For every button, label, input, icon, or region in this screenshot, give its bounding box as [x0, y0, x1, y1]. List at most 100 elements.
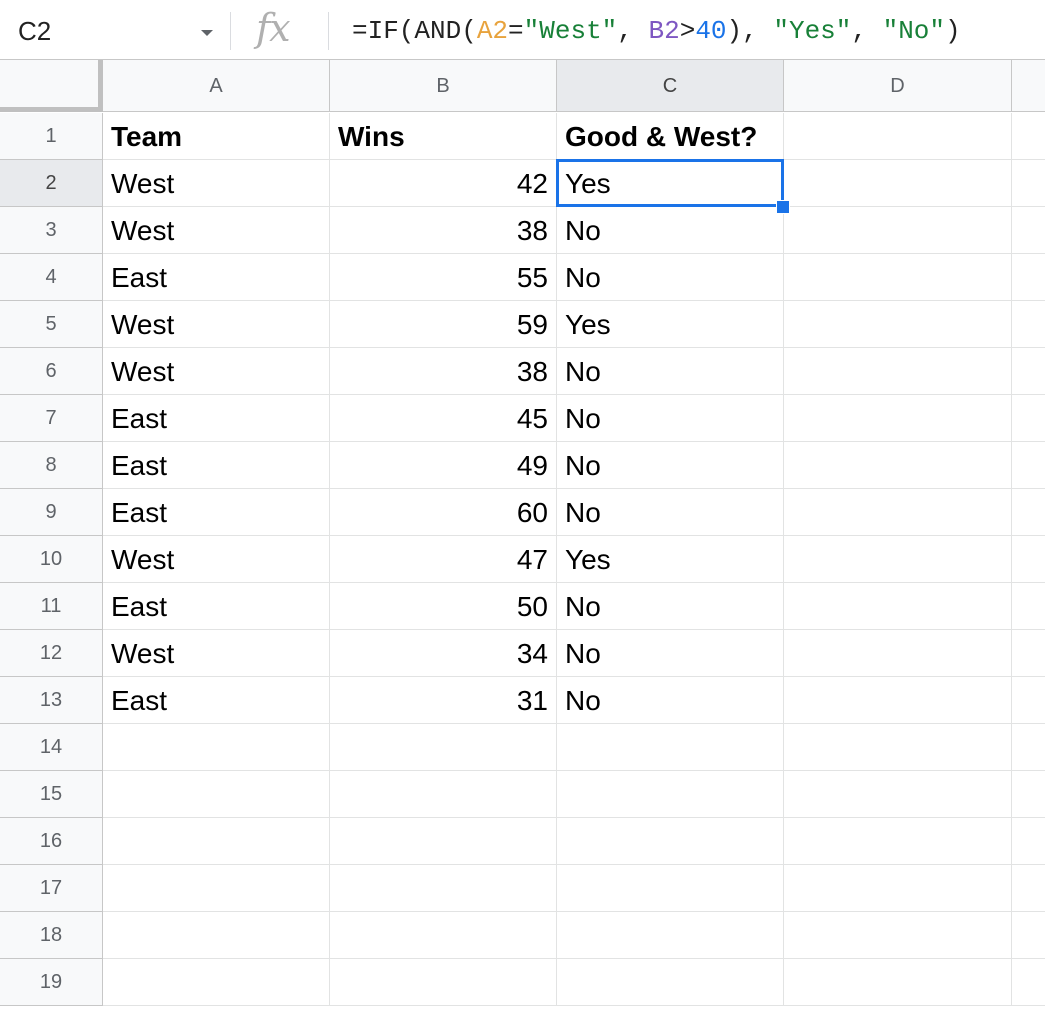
row-header-11[interactable]: 11 [0, 583, 103, 630]
cell-d17[interactable] [784, 865, 1012, 912]
cell-c19[interactable] [557, 959, 784, 1006]
cell-e8[interactable] [1012, 442, 1045, 489]
row-header-4[interactable]: 4 [0, 254, 103, 301]
name-box-dropdown-icon[interactable] [201, 30, 213, 36]
cell-e9[interactable] [1012, 489, 1045, 536]
column-header-c[interactable]: C [557, 60, 784, 112]
cell-b7[interactable]: 45 [330, 395, 557, 442]
cell-c7[interactable]: No [557, 395, 784, 442]
row-header-6[interactable]: 6 [0, 348, 103, 395]
cell-a11[interactable]: East [103, 583, 330, 630]
cell-e18[interactable] [1012, 912, 1045, 959]
cell-a3[interactable]: West [103, 207, 330, 254]
cell-b8[interactable]: 49 [330, 442, 557, 489]
cell-e6[interactable] [1012, 348, 1045, 395]
cell-a14[interactable] [103, 724, 330, 771]
cell-c9[interactable]: No [557, 489, 784, 536]
cell-e12[interactable] [1012, 630, 1045, 677]
cell-c4[interactable]: No [557, 254, 784, 301]
cell-a19[interactable] [103, 959, 330, 1006]
row-header-1[interactable]: 1 [0, 113, 103, 160]
row-header-18[interactable]: 18 [0, 912, 103, 959]
name-box-value[interactable]: C2 [18, 16, 51, 47]
cell-c3[interactable]: No [557, 207, 784, 254]
cell-a13[interactable]: East [103, 677, 330, 724]
cell-b3[interactable]: 38 [330, 207, 557, 254]
cell-e4[interactable] [1012, 254, 1045, 301]
row-header-10[interactable]: 10 [0, 536, 103, 583]
column-header-a[interactable]: A [103, 60, 330, 112]
cell-b6[interactable]: 38 [330, 348, 557, 395]
cell-c5[interactable]: Yes [557, 301, 784, 348]
cell-d6[interactable] [784, 348, 1012, 395]
cell-c12[interactable]: No [557, 630, 784, 677]
cell-d10[interactable] [784, 536, 1012, 583]
cell-d16[interactable] [784, 818, 1012, 865]
row-header-3[interactable]: 3 [0, 207, 103, 254]
cell-e11[interactable] [1012, 583, 1045, 630]
cell-c2[interactable]: Yes [557, 160, 784, 207]
cell-b16[interactable] [330, 818, 557, 865]
cell-d5[interactable] [784, 301, 1012, 348]
cell-e1[interactable] [1012, 113, 1045, 160]
cell-b12[interactable]: 34 [330, 630, 557, 677]
cell-b9[interactable]: 60 [330, 489, 557, 536]
cell-b14[interactable] [330, 724, 557, 771]
cell-c10[interactable]: Yes [557, 536, 784, 583]
cell-a4[interactable]: East [103, 254, 330, 301]
cell-d14[interactable] [784, 724, 1012, 771]
cell-d4[interactable] [784, 254, 1012, 301]
cell-c16[interactable] [557, 818, 784, 865]
cell-b13[interactable]: 31 [330, 677, 557, 724]
cell-e5[interactable] [1012, 301, 1045, 348]
cell-b18[interactable] [330, 912, 557, 959]
cell-c8[interactable]: No [557, 442, 784, 489]
fill-handle[interactable] [776, 200, 790, 214]
name-box[interactable]: C2 [0, 0, 228, 60]
row-header-7[interactable]: 7 [0, 395, 103, 442]
cell-c14[interactable] [557, 724, 784, 771]
column-header-d[interactable]: D [784, 60, 1012, 112]
cell-c18[interactable] [557, 912, 784, 959]
row-header-12[interactable]: 12 [0, 630, 103, 677]
cell-a17[interactable] [103, 865, 330, 912]
cell-a12[interactable]: West [103, 630, 330, 677]
cell-d12[interactable] [784, 630, 1012, 677]
cell-d13[interactable] [784, 677, 1012, 724]
row-header-2[interactable]: 2 [0, 160, 103, 207]
row-header-14[interactable]: 14 [0, 724, 103, 771]
cell-e3[interactable] [1012, 207, 1045, 254]
formula-input[interactable]: =IF(AND(A2="West", B2>40), "Yes", "No") [352, 16, 961, 46]
cell-a10[interactable]: West [103, 536, 330, 583]
cell-e17[interactable] [1012, 865, 1045, 912]
cell-b11[interactable]: 50 [330, 583, 557, 630]
row-header-19[interactable]: 19 [0, 959, 103, 1006]
cell-e13[interactable] [1012, 677, 1045, 724]
cell-d15[interactable] [784, 771, 1012, 818]
cell-a18[interactable] [103, 912, 330, 959]
cell-c13[interactable]: No [557, 677, 784, 724]
row-header-8[interactable]: 8 [0, 442, 103, 489]
row-header-16[interactable]: 16 [0, 818, 103, 865]
cell-e10[interactable] [1012, 536, 1045, 583]
cell-a15[interactable] [103, 771, 330, 818]
select-all-corner[interactable] [0, 60, 103, 112]
cell-e14[interactable] [1012, 724, 1045, 771]
cell-b10[interactable]: 47 [330, 536, 557, 583]
cell-e19[interactable] [1012, 959, 1045, 1006]
cell-a5[interactable]: West [103, 301, 330, 348]
cell-a1[interactable]: Team [103, 113, 330, 160]
cell-a7[interactable]: East [103, 395, 330, 442]
cell-d19[interactable] [784, 959, 1012, 1006]
row-header-9[interactable]: 9 [0, 489, 103, 536]
cell-a9[interactable]: East [103, 489, 330, 536]
cell-c15[interactable] [557, 771, 784, 818]
column-header-b[interactable]: B [330, 60, 557, 112]
cell-d18[interactable] [784, 912, 1012, 959]
cell-e7[interactable] [1012, 395, 1045, 442]
row-header-15[interactable]: 15 [0, 771, 103, 818]
cell-a2[interactable]: West [103, 160, 330, 207]
cell-d3[interactable] [784, 207, 1012, 254]
cell-c17[interactable] [557, 865, 784, 912]
cell-d7[interactable] [784, 395, 1012, 442]
